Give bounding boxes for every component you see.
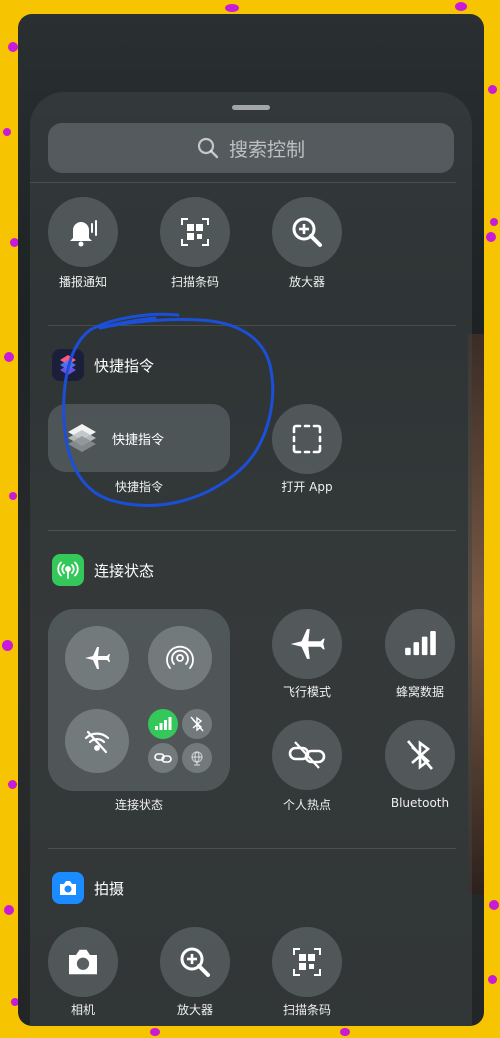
- announce-notifications-button[interactable]: [48, 197, 118, 267]
- border-dot: [340, 1028, 350, 1036]
- vpn-globe-icon: [191, 751, 203, 766]
- connectivity-section-header: 连接状态: [52, 554, 154, 586]
- airplane-icon: [85, 647, 110, 669]
- group-bluetooth-button[interactable]: [182, 709, 212, 739]
- cellular-data-label: 蜂窝数据: [395, 685, 444, 699]
- magnifier-icon: [180, 947, 210, 977]
- search-placeholder: 搜索控制: [228, 138, 305, 161]
- border-dot: [486, 232, 496, 242]
- group-cellular-button[interactable]: [148, 709, 178, 739]
- shortcuts-section-header: 快捷指令: [52, 349, 154, 381]
- personal-hotspot-label: 个人热点: [282, 798, 331, 812]
- announce-notifications-label: 播报通知: [58, 275, 107, 289]
- border-dot: [490, 218, 498, 226]
- airplane-icon: [290, 629, 325, 659]
- border-dot: [3, 128, 11, 136]
- group-airplane-button[interactable]: [65, 626, 129, 690]
- scan-code-label: 扫描条码: [170, 275, 219, 289]
- wifi-off-icon: [84, 730, 110, 754]
- camera-label: 相机: [70, 1003, 95, 1017]
- camera-scan-code-button[interactable]: [272, 927, 342, 997]
- bluetooth-off-icon: [407, 740, 433, 770]
- camera-section-title: 拍摄: [94, 879, 125, 898]
- border-dot: [4, 352, 14, 362]
- sheet-grabber[interactable]: [232, 105, 270, 110]
- camera-magnifier-label: 放大器: [176, 1003, 213, 1017]
- search-icon: [197, 137, 219, 159]
- connectivity-app-icon: [52, 554, 84, 586]
- group-airdrop-button[interactable]: [148, 626, 212, 690]
- border-dot: [8, 780, 17, 789]
- shortcuts-section-title: 快捷指令: [94, 356, 155, 375]
- shortcut-stack-icon: [68, 424, 96, 452]
- border-dot: [225, 4, 239, 12]
- camera-button[interactable]: [48, 927, 118, 997]
- connectivity-group-tile[interactable]: [48, 609, 230, 791]
- border-dot: [4, 905, 14, 915]
- camera-app-icon: [52, 872, 84, 904]
- open-app-label: 打开 App: [281, 480, 333, 494]
- hotspot-link-icon: [154, 753, 172, 763]
- bluetooth-label: Bluetooth: [390, 796, 450, 810]
- cellular-bars-icon: [155, 717, 172, 730]
- border-dot: [150, 1028, 160, 1036]
- border-dot: [8, 42, 18, 52]
- scan-code-button[interactable]: [160, 197, 230, 267]
- camera-section-header: 拍摄: [52, 872, 124, 904]
- border-dot: [9, 492, 17, 500]
- group-vpn-button[interactable]: [182, 743, 212, 773]
- connectivity-section-title: 连接状态: [94, 561, 155, 580]
- section-divider: [48, 530, 456, 531]
- border-dot: [489, 900, 499, 910]
- bluetooth-button[interactable]: [385, 720, 455, 790]
- airplane-mode-label: 飞行模式: [282, 685, 331, 699]
- border-dot: [488, 975, 497, 984]
- cellular-data-button[interactable]: [385, 609, 455, 679]
- announce-notifications-icon: [70, 220, 97, 247]
- search-bar[interactable]: 搜索控制: [48, 123, 454, 173]
- magnifier-icon: [292, 217, 322, 247]
- camera-magnifier-button[interactable]: [160, 927, 230, 997]
- magnifier-label: 放大器: [288, 275, 325, 289]
- magnifier-button[interactable]: [272, 197, 342, 267]
- shortcut-wide-tile-label: 快捷指令: [112, 432, 165, 448]
- personal-hotspot-button[interactable]: [272, 720, 342, 790]
- section-divider: [30, 182, 456, 183]
- open-app-button[interactable]: [272, 404, 342, 474]
- group-hotspot-button[interactable]: [148, 743, 178, 773]
- airplane-mode-button[interactable]: [272, 609, 342, 679]
- shortcut-wide-tile[interactable]: 快捷指令: [48, 404, 230, 472]
- hotspot-link-off-icon: [288, 741, 326, 769]
- connectivity-group-caption: 连接状态: [114, 798, 163, 812]
- group-wifi-button[interactable]: [65, 709, 129, 773]
- border-dot: [2, 640, 13, 651]
- dashed-square-icon: [292, 424, 322, 454]
- camera-icon: [69, 949, 97, 975]
- border-dot: [455, 2, 467, 11]
- qr-code-icon: [181, 218, 209, 246]
- section-divider: [48, 325, 456, 326]
- qr-code-icon: [293, 948, 321, 976]
- camera-scan-code-label: 扫描条码: [282, 1003, 331, 1017]
- section-divider: [48, 848, 456, 849]
- shortcuts-app-icon: [52, 349, 84, 381]
- airdrop-icon: [166, 645, 194, 669]
- cellular-bars-icon: [405, 631, 436, 656]
- bluetooth-off-icon: [190, 716, 204, 732]
- border-dot: [488, 85, 497, 94]
- shortcut-wide-caption: 快捷指令: [114, 480, 163, 494]
